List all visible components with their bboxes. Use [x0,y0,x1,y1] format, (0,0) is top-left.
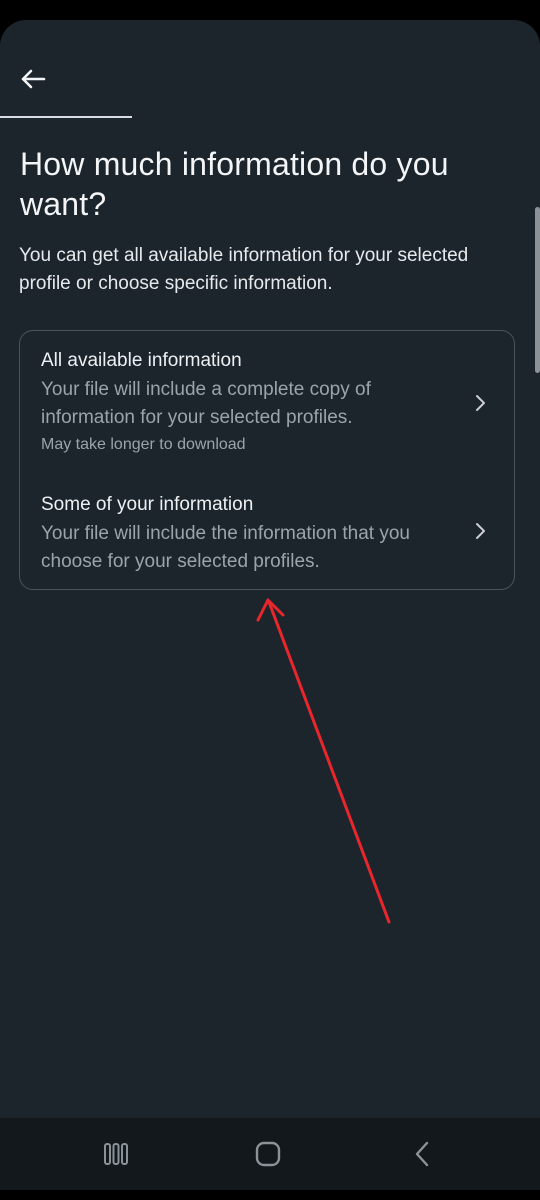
chevron-right-icon [476,523,485,539]
page-title: How much information do you want? [20,146,449,222]
home-icon [255,1141,281,1167]
option-note: May take longer to download [41,436,246,453]
options-card: All available information Your file will… [19,330,515,590]
option-description: Your file will include a complete copy o… [41,379,371,428]
home-button[interactable] [248,1136,288,1172]
option-description: Your file will include the information t… [41,523,410,572]
arrow-left-icon [21,69,46,89]
option-some-information[interactable]: Some of your information Your file will … [20,489,514,585]
option-all-information[interactable]: All available information Your file will… [20,345,514,473]
recent-apps-icon [104,1143,128,1165]
option-title: Some of your information [41,494,254,515]
back-icon [415,1141,429,1167]
chevron-right-icon [476,395,485,411]
page-sheet: How much information do you want? You ca… [0,20,540,1118]
scrollbar[interactable] [535,207,540,373]
recent-apps-button[interactable] [96,1136,136,1172]
option-title: All available information [41,350,242,371]
page-subtitle: You can get all available information fo… [19,245,469,294]
header-divider [0,116,132,118]
system-navbar [0,1118,540,1190]
back-button[interactable] [18,64,48,94]
screen: How much information do you want? You ca… [0,0,540,1200]
back-nav-button[interactable] [402,1136,442,1172]
